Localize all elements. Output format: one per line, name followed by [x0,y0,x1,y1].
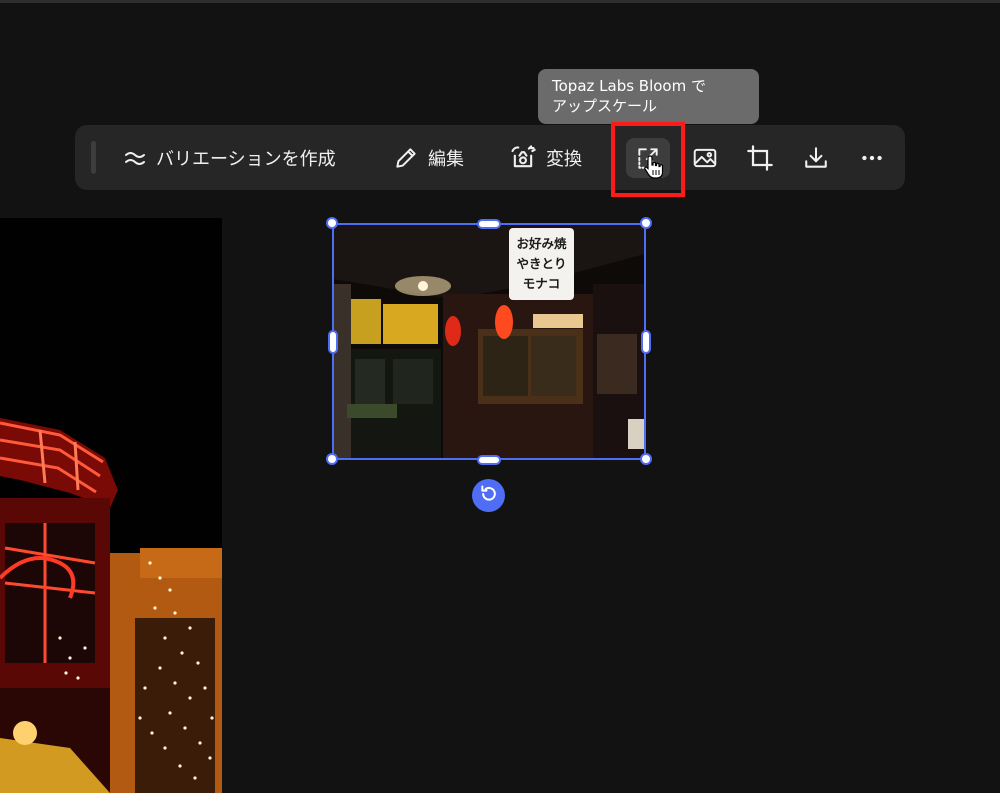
more-options-button[interactable] [857,125,887,190]
resize-handle-left[interactable] [328,330,338,354]
crop-button[interactable] [745,125,775,190]
resize-handle-top-left[interactable] [326,217,338,229]
hand-pointer-icon [643,154,665,184]
create-variation-label: バリエーションを作成 [156,148,336,170]
signboard-line-2: やきとり [516,256,567,271]
edit-label: 編集 [428,148,464,170]
resize-handle-bottom-right[interactable] [640,453,652,465]
resize-handle-bottom-left[interactable] [326,453,338,465]
image-icon [692,145,718,171]
resize-handle-right[interactable] [641,330,651,354]
download-icon [803,145,829,171]
resize-handle-bottom[interactable] [477,455,501,465]
image-button[interactable] [690,125,720,190]
toolbar-drag-handle[interactable] [91,141,96,174]
approx-icon [123,146,147,170]
image-toolbar: バリエーションを作成 編集 変換 [75,125,905,190]
signboard-line-1: お好み焼 [516,236,567,251]
signboard-line-3: モナコ [522,276,561,291]
rotate-icon [479,484,499,508]
transform-label: 変換 [546,148,582,170]
download-button[interactable] [801,125,831,190]
resize-handle-top[interactable] [477,219,501,229]
upscale-tooltip: Topaz Labs Bloom で アップスケール [538,69,759,124]
selected-restaurant-photo[interactable]: お好み焼 やきとり モナコ [333,224,645,459]
more-icon [859,145,885,171]
rotate-button[interactable] [472,479,505,512]
crop-icon [746,144,774,172]
top-divider [0,0,1000,3]
resize-handle-top-right[interactable] [640,217,652,229]
neon-building-photo[interactable] [0,218,222,793]
transform-icon [509,144,537,172]
tooltip-line-1: Topaz Labs Bloom で [552,77,706,95]
tooltip-line-2: アップスケール [552,97,658,115]
edit-button[interactable]: 編集 [393,125,464,190]
signboard-text: お好み焼 やきとり モナコ [509,234,574,294]
transform-button[interactable]: 変換 [509,125,582,190]
pencil-icon [393,145,419,171]
create-variation-button[interactable]: バリエーションを作成 [123,125,336,190]
